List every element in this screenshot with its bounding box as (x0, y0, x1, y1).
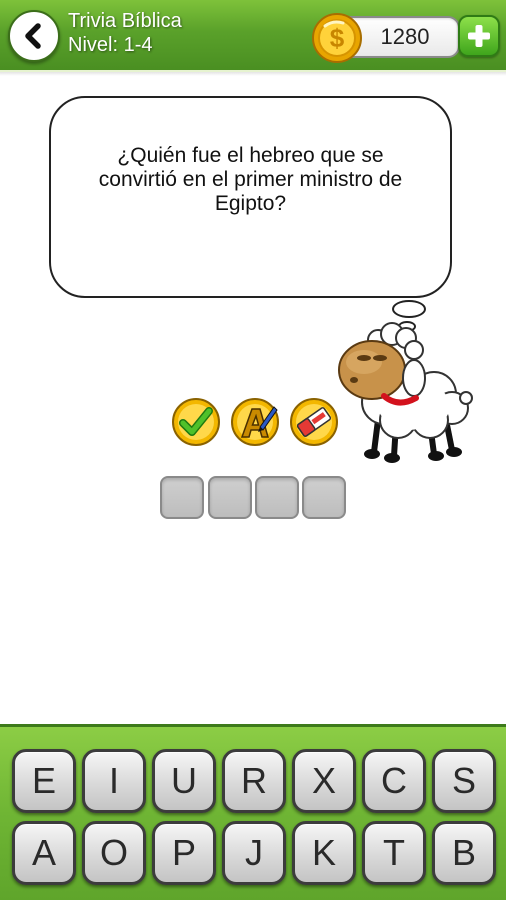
question-text: ¿Quién fue el hebreo que se convirtió en… (98, 144, 403, 215)
coin-count: 1280 (380, 24, 430, 49)
letter-key[interactable]: T (362, 821, 426, 885)
green-checkmark-icon (172, 398, 220, 446)
back-button[interactable] (8, 10, 60, 62)
sheep-mascot (334, 320, 474, 470)
letter-key[interactable]: O (82, 821, 146, 885)
letter-key[interactable]: X (292, 749, 356, 813)
title-block: Trivia Bíblica Nivel: 1-4 (68, 9, 182, 57)
letter-key[interactable]: S (432, 749, 496, 813)
remove-letters-button[interactable] (289, 397, 339, 447)
letter-key[interactable]: E (12, 749, 76, 813)
add-coins-button[interactable] (458, 15, 500, 57)
eraser-icon (290, 398, 338, 446)
letter-key[interactable]: I (82, 749, 146, 813)
thought-bubble-dot (392, 300, 426, 318)
letter-key[interactable]: A (12, 821, 76, 885)
plus-icon (468, 25, 490, 47)
app-title: Trivia Bíblica (68, 10, 182, 32)
letter-key[interactable]: C (362, 749, 426, 813)
answer-slot[interactable] (255, 476, 299, 519)
answer-slot[interactable] (302, 476, 346, 519)
level-label: Nivel: 1-4 (68, 34, 153, 56)
letter-key[interactable]: R (222, 749, 286, 813)
svg-text:$: $ (330, 23, 345, 53)
dollar-coin-icon: $ (311, 12, 363, 64)
reveal-letter-button[interactable] (230, 397, 280, 447)
letter-key[interactable]: K (292, 821, 356, 885)
chevron-left-icon (25, 23, 41, 49)
letter-a-pen-icon (231, 398, 279, 446)
answer-slot[interactable] (208, 476, 252, 519)
letter-key[interactable]: P (152, 821, 216, 885)
check-answer-button[interactable] (171, 397, 221, 447)
question-bubble: ¿Quién fue el hebreo que se convirtió en… (49, 96, 452, 298)
top-bar: Trivia Bíblica Nivel: 1-4 1280 $ (0, 0, 506, 76)
letter-key[interactable]: J (222, 821, 286, 885)
letter-keyboard: E I U R X C S A O P J K T B (0, 724, 506, 900)
answer-slot[interactable] (160, 476, 204, 519)
letter-key[interactable]: U (152, 749, 216, 813)
letter-key[interactable]: B (432, 821, 496, 885)
